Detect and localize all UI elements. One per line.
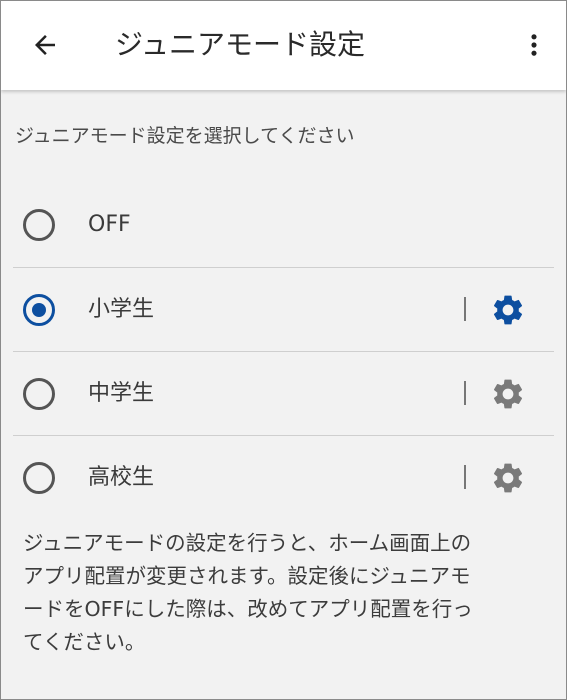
settings-button-elementary[interactable] [488,290,528,330]
vertical-divider [464,381,466,405]
mode-option-label: 高校生 [88,465,155,490]
vertical-divider [464,465,466,489]
explanation-note: ジュニアモードの設定を行うと、ホーム画面上の アプリ配置が変更されます。設定後に… [23,527,553,659]
mode-option-junior-high[interactable]: 中学生 [13,351,554,435]
arrow-back-icon [35,35,55,55]
mode-option-label: OFF [88,212,131,237]
instruction-text: ジュニアモード設定を選択してください [15,125,355,147]
gear-icon [493,379,523,409]
app-bar: ジュニアモード設定 [1,1,566,90]
gear-icon [493,463,523,493]
mode-option-high-school[interactable]: 高校生 [13,435,554,519]
note-line: ジュニアモードの設定を行うと、ホーム画面上の [23,531,472,555]
radio-junior-high[interactable] [23,378,55,410]
settings-button-junior-high[interactable] [488,374,528,414]
screen: ジュニアモード設定 ジュニアモード設定を選択してください OFF 小学生 中学生… [0,0,567,700]
radio-high-school[interactable] [23,462,55,494]
mode-option-off[interactable]: OFF [13,183,554,267]
mode-option-elementary[interactable]: 小学生 [13,267,554,351]
vertical-divider [464,297,466,321]
radio-off[interactable] [23,209,55,241]
radio-elementary[interactable] [23,294,55,326]
more-options-button[interactable] [516,23,552,67]
page-title: ジュニアモード設定 [115,28,366,61]
mode-option-label: 中学生 [88,381,155,406]
note-line: アプリ配置が変更されます。設定後にジュニアモ [23,564,471,588]
note-line: てください。 [23,630,146,654]
settings-button-high-school[interactable] [488,458,528,498]
gear-icon [493,295,523,325]
note-line: ードをOFFにした際は、改めてアプリ配置を行っ [23,597,473,621]
mode-option-list: OFF 小学生 中学生 高校生 [1,183,566,519]
mode-option-label: 小学生 [88,297,155,322]
more-vert-icon [531,34,537,56]
back-button[interactable] [23,23,67,67]
